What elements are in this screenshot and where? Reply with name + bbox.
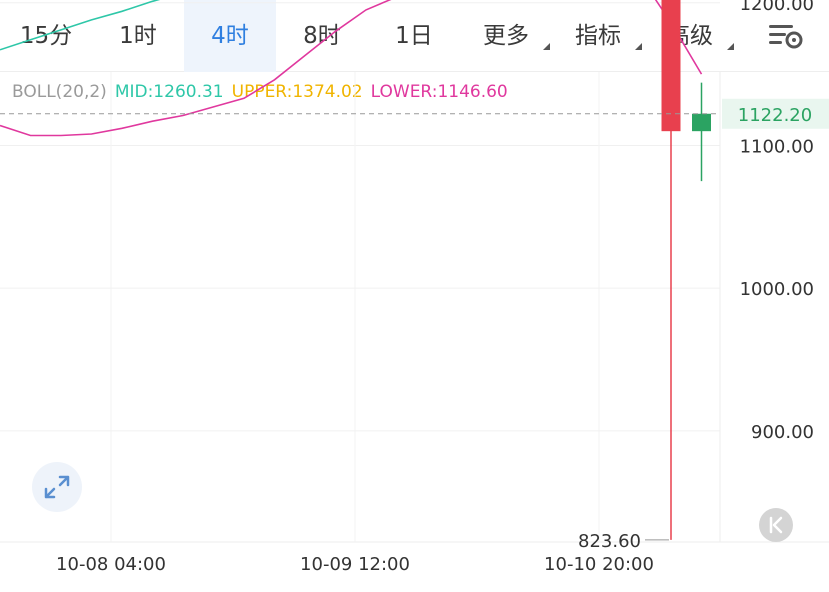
x-tick-label: 10-10 20:00	[544, 554, 654, 575]
y-tick-label: 1000.00	[740, 279, 814, 300]
chart-annotations: 1122.201362.91823.60	[0, 98, 829, 552]
boll-line-lower	[0, 0, 703, 137]
candlestick-chart[interactable]: 1122.201362.91823.60 1300.001200.001100.…	[0, 0, 829, 592]
x-tick-label: 10-09 12:00	[300, 554, 410, 575]
boll-bands	[0, 0, 703, 137]
jump-to-latest-button[interactable]	[759, 508, 793, 542]
chart-axes: 1300.001200.001100.001000.00900.0010-08 …	[56, 0, 814, 575]
chart-grid	[0, 2, 829, 543]
y-tick-label: 1200.00	[740, 0, 814, 15]
expand-chart-button[interactable]	[32, 462, 82, 512]
x-tick-label: 10-08 04:00	[56, 554, 166, 575]
current-price-label: 1122.20	[738, 105, 812, 126]
y-tick-label: 1100.00	[740, 136, 814, 157]
candle-body	[661, 0, 681, 132]
y-tick-label: 900.00	[751, 422, 814, 443]
boll-line-mid	[0, 0, 161, 51]
low-annotation-label: 823.60	[578, 531, 641, 552]
expand-arrows-icon	[44, 475, 70, 499]
candle-body	[692, 113, 711, 132]
jump-to-latest-icon	[769, 516, 783, 534]
